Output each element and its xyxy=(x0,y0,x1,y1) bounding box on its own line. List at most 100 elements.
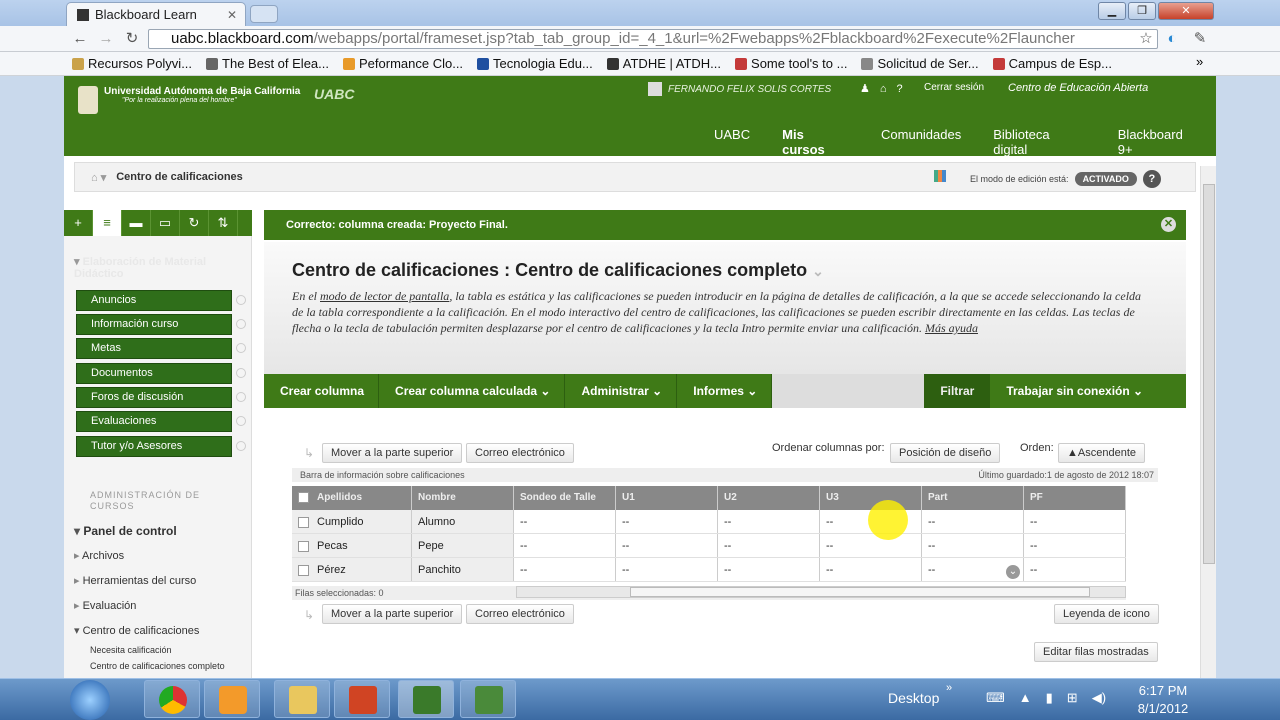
address-bar[interactable]: uabc.blackboard.com/webapps/portal/frame… xyxy=(148,29,1158,49)
menu-foros[interactable]: Foros de discusión xyxy=(76,387,232,408)
taskbar-explorer[interactable] xyxy=(274,680,330,718)
bookmark-item[interactable]: Recursos Polyvi... xyxy=(72,56,192,71)
network-icon[interactable]: ⊞ xyxy=(1067,690,1078,706)
menu-tutor[interactable]: Tutor y/o Asesores xyxy=(76,436,232,457)
col-part[interactable]: Part xyxy=(922,486,1024,510)
create-column-button[interactable]: Crear columna xyxy=(264,374,380,408)
refresh-icon[interactable]: ↻ xyxy=(180,210,209,236)
col-u2[interactable]: U2 xyxy=(718,486,820,510)
bookmark-item[interactable]: Solicitud de Ser... xyxy=(861,56,979,71)
grade-cell[interactable]: -- xyxy=(922,534,1024,557)
grade-cell[interactable]: -- xyxy=(616,534,718,557)
browser-tab[interactable]: Blackboard Learn ✕ xyxy=(66,2,246,26)
close-icon[interactable]: ✕ xyxy=(1161,217,1176,232)
folder-view-icon[interactable]: ▬ xyxy=(122,210,151,236)
chevron-icon[interactable] xyxy=(236,319,246,329)
col-apellidos[interactable]: Apellidos xyxy=(292,486,412,510)
sort-icon[interactable]: ⇅ xyxy=(209,210,238,236)
taskbar-powerpoint[interactable] xyxy=(334,680,390,718)
list-view-icon[interactable]: ≡ xyxy=(93,210,122,236)
cell-nombre[interactable]: Panchito xyxy=(412,558,514,581)
cp-herramientas[interactable]: ▸ Herramientas del curso xyxy=(74,574,196,587)
close-window-button[interactable]: ✕ xyxy=(1158,2,1214,20)
taskbar-camtasia[interactable] xyxy=(460,680,516,718)
sub-completo[interactable]: Centro de calificaciones completo xyxy=(90,661,225,671)
back-icon[interactable]: ← xyxy=(70,29,90,49)
extension-icon[interactable]: ◐ xyxy=(1162,29,1182,49)
menu-documentos[interactable]: Documentos xyxy=(76,363,232,384)
icon-legend-button[interactable]: Leyenda de icono xyxy=(1054,604,1159,624)
nav-blackboard[interactable]: Blackboard 9+ xyxy=(1102,127,1216,157)
col-pf[interactable]: PF xyxy=(1024,486,1126,510)
grade-cell[interactable]: -- xyxy=(616,558,718,581)
screen-reader-link[interactable]: modo de lector de pantalla xyxy=(320,289,449,303)
bookmark-item[interactable]: Campus de Esp... xyxy=(992,56,1112,71)
add-menu-item-icon[interactable]: + xyxy=(64,210,93,236)
chevron-icon[interactable] xyxy=(236,441,246,451)
start-button[interactable] xyxy=(70,680,110,720)
grade-cell[interactable]: -- xyxy=(718,558,820,581)
row-checkbox[interactable] xyxy=(298,564,309,576)
nav-mis-cursos[interactable]: Mis cursos xyxy=(766,127,865,157)
control-panel-heading[interactable]: ▾ Panel de control xyxy=(74,524,177,538)
nav-comunidades[interactable]: Comunidades xyxy=(865,127,977,157)
move-top-button[interactable]: Mover a la parte superior xyxy=(322,443,463,463)
cell-apellidos[interactable]: Cumplido xyxy=(292,510,412,533)
col-nombre[interactable]: Nombre xyxy=(412,486,514,510)
row-checkbox[interactable] xyxy=(298,540,309,552)
grade-cell[interactable]: -- xyxy=(514,558,616,581)
order-columns-select[interactable]: Posición de diseño xyxy=(890,443,1001,463)
nav-biblioteca[interactable]: Biblioteca digital xyxy=(977,127,1102,157)
page-scrollbar-thumb[interactable] xyxy=(1203,184,1215,564)
grade-cell[interactable]: -- xyxy=(1024,534,1126,557)
taskbar-media[interactable] xyxy=(204,680,260,718)
reload-icon[interactable]: ↻ xyxy=(122,29,142,49)
bookmarks-more-icon[interactable]: » xyxy=(1196,54,1203,69)
wrench-icon[interactable]: ✎ xyxy=(1190,29,1210,49)
menu-informacion[interactable]: Información curso xyxy=(76,314,232,335)
grade-cell[interactable]: -- xyxy=(1024,558,1126,581)
help-button[interactable]: ? xyxy=(1142,170,1161,188)
home-breadcrumb-icon[interactable]: ⌂ ▾ xyxy=(91,171,106,184)
move-top-button-bottom[interactable]: Mover a la parte superior xyxy=(322,604,463,624)
menu-metas[interactable]: Metas xyxy=(76,338,232,359)
home-icon[interactable]: ⌂ xyxy=(880,83,887,95)
desktop-toolbar[interactable]: Desktop xyxy=(888,690,939,706)
row-checkbox[interactable] xyxy=(298,516,309,528)
chevron-icon[interactable] xyxy=(236,392,246,402)
chevron-icon[interactable] xyxy=(236,416,246,426)
maximize-button[interactable]: ❐ xyxy=(1128,2,1156,20)
bookmark-item[interactable]: Peformance Clo... xyxy=(343,56,463,71)
grade-cell[interactable]: -- xyxy=(616,510,718,533)
chevron-down-icon[interactable]: ⌄ xyxy=(812,263,824,279)
window-icon[interactable]: ▭ xyxy=(151,210,180,236)
email-button-bottom[interactable]: Correo electrónico xyxy=(466,604,574,624)
taskbar-camtasia-recorder[interactable] xyxy=(398,680,454,718)
manage-button[interactable]: Administrar ⌄ xyxy=(565,374,678,408)
edit-rows-button[interactable]: Editar filas mostradas xyxy=(1034,642,1158,662)
sub-necesita[interactable]: Necesita calificación xyxy=(90,645,172,655)
grade-cell[interactable]: -- xyxy=(820,558,922,581)
minimize-button[interactable]: ▁ xyxy=(1098,2,1126,20)
university-logo[interactable]: Universidad Autónoma de Baja California … xyxy=(78,86,300,114)
course-title[interactable]: ▾ Elaboración de Material Didáctico xyxy=(74,256,224,280)
grade-cell[interactable]: -- xyxy=(1024,510,1126,533)
edit-mode-toggle[interactable]: ACTIVADO xyxy=(1074,172,1137,186)
menu-anuncios[interactable]: Anuncios xyxy=(76,290,232,311)
select-all-checkbox[interactable] xyxy=(298,491,309,503)
chevron-icon[interactable] xyxy=(236,368,246,378)
reports-button[interactable]: Informes ⌄ xyxy=(677,374,773,408)
cell-nombre[interactable]: Alumno xyxy=(412,510,514,533)
signal-icon[interactable]: ▮ xyxy=(1046,690,1053,706)
cp-evaluacion[interactable]: ▸ Evaluación xyxy=(74,599,136,612)
bookmark-item[interactable]: Tecnologia Edu... xyxy=(477,56,593,71)
grade-cell[interactable]: -- xyxy=(514,534,616,557)
bookmark-item[interactable]: The Best of Elea... xyxy=(206,56,329,71)
more-help-link[interactable]: Más ayuda xyxy=(925,321,978,335)
offline-button[interactable]: Trabajar sin conexión ⌄ xyxy=(990,374,1157,408)
chevron-icon[interactable] xyxy=(236,343,246,353)
desktop-more-icon[interactable]: » xyxy=(946,682,952,694)
cell-nombre[interactable]: Pepe xyxy=(412,534,514,557)
col-sondeo[interactable]: Sondeo de Talle xyxy=(514,486,616,510)
help-icon[interactable]: ? xyxy=(897,83,903,95)
